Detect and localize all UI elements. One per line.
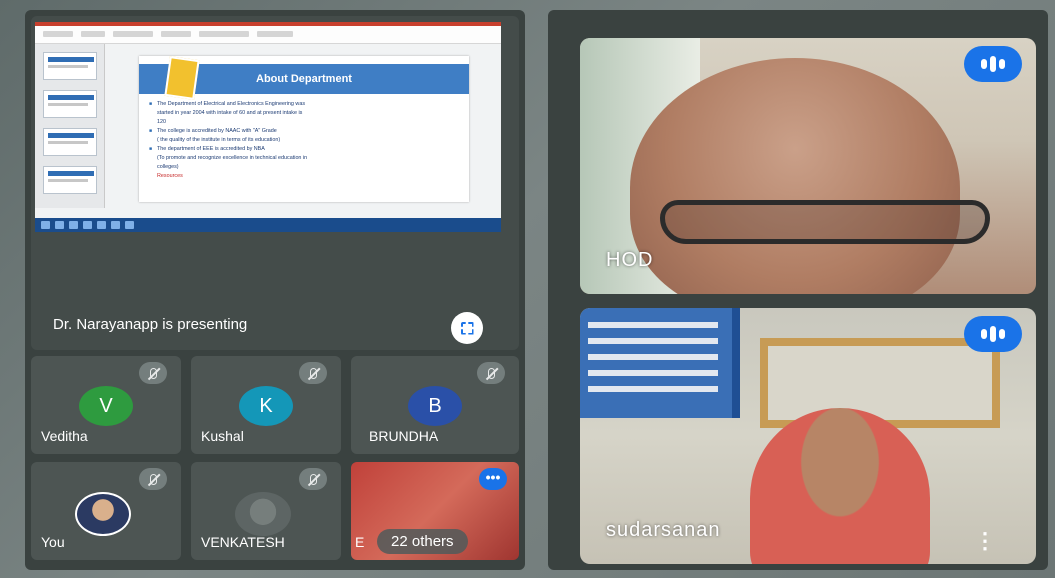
slide-line: 120 [157,119,166,125]
video-tile-hod[interactable]: HOD [580,38,1036,294]
slide-line: The department of EEE is accredited by N… [149,145,461,154]
participant-name: Veditha [41,428,88,444]
presenting-label: Dr. Narayanapp is presenting [53,316,248,333]
college-logo [164,56,200,100]
slide-line: The Department of Electrical and Electro… [149,100,461,109]
notice-board [580,308,740,418]
meeting-grid-panel: About Department The Department of Elect… [25,10,525,570]
slide-line: Resources [157,173,183,179]
others-tile[interactable]: ••• E 22 others [351,462,519,560]
fullscreen-icon [460,321,474,335]
more-options-icon[interactable]: ⋮ [974,530,996,552]
participant-name: You [41,534,65,550]
participant-name: E [355,534,365,550]
slide-line: The college is accredited by NAAC with "… [149,127,461,136]
slide-body: The Department of Electrical and Electro… [149,100,461,181]
video-tile-sudarsanan[interactable]: sudarsanan ⋮ [580,308,1036,564]
slide-line: started in year 2004 with intake of 60 a… [157,110,303,116]
participant-tile-you[interactable]: You [31,462,181,560]
mic-off-icon [139,468,167,490]
more-icon[interactable]: ••• [479,468,507,490]
audio-level-icon [964,316,1022,352]
participant-name: BRUNDHA [369,428,439,444]
fullscreen-button[interactable] [451,312,483,344]
audio-level-icon [964,46,1022,82]
slide-thumbnails [35,44,105,208]
avatar [235,492,291,536]
slide-line: colleges) [157,164,179,170]
ribbon-toolbar [35,26,501,44]
shared-screen: About Department The Department of Elect… [35,22,501,232]
participant-name: Kushal [201,428,244,444]
slide-line: ( the quality of the institute in terms … [157,137,281,143]
presentation-tile[interactable]: About Department The Department of Elect… [31,16,519,350]
avatar: B [408,386,462,426]
slide-line: (To promote and recognize excellence in … [157,155,308,161]
current-slide: About Department The Department of Elect… [139,56,469,202]
wall-frame [760,338,1000,428]
mic-off-icon [139,362,167,384]
video-panel: HOD sudarsanan ⋮ [548,10,1048,570]
mic-off-icon [477,362,505,384]
participant-name: HOD [606,249,654,271]
participant-video [750,408,930,564]
glasses [660,200,990,244]
participant-tile-veditha[interactable]: V Veditha [31,356,181,454]
windows-taskbar [35,218,501,232]
participant-tile-venkatesh[interactable]: VENKATESH [191,462,341,560]
participant-name: VENKATESH [201,534,285,550]
avatar: V [79,386,133,426]
others-count[interactable]: 22 others [377,529,468,554]
participant-tile-kushal[interactable]: K Kushal [191,356,341,454]
participant-name: sudarsanan [606,519,721,541]
mic-off-icon [299,468,327,490]
avatar: K [239,386,293,426]
mic-off-icon [299,362,327,384]
avatar [75,492,131,536]
participant-tile-brundha[interactable]: B BRUNDHA [351,356,519,454]
